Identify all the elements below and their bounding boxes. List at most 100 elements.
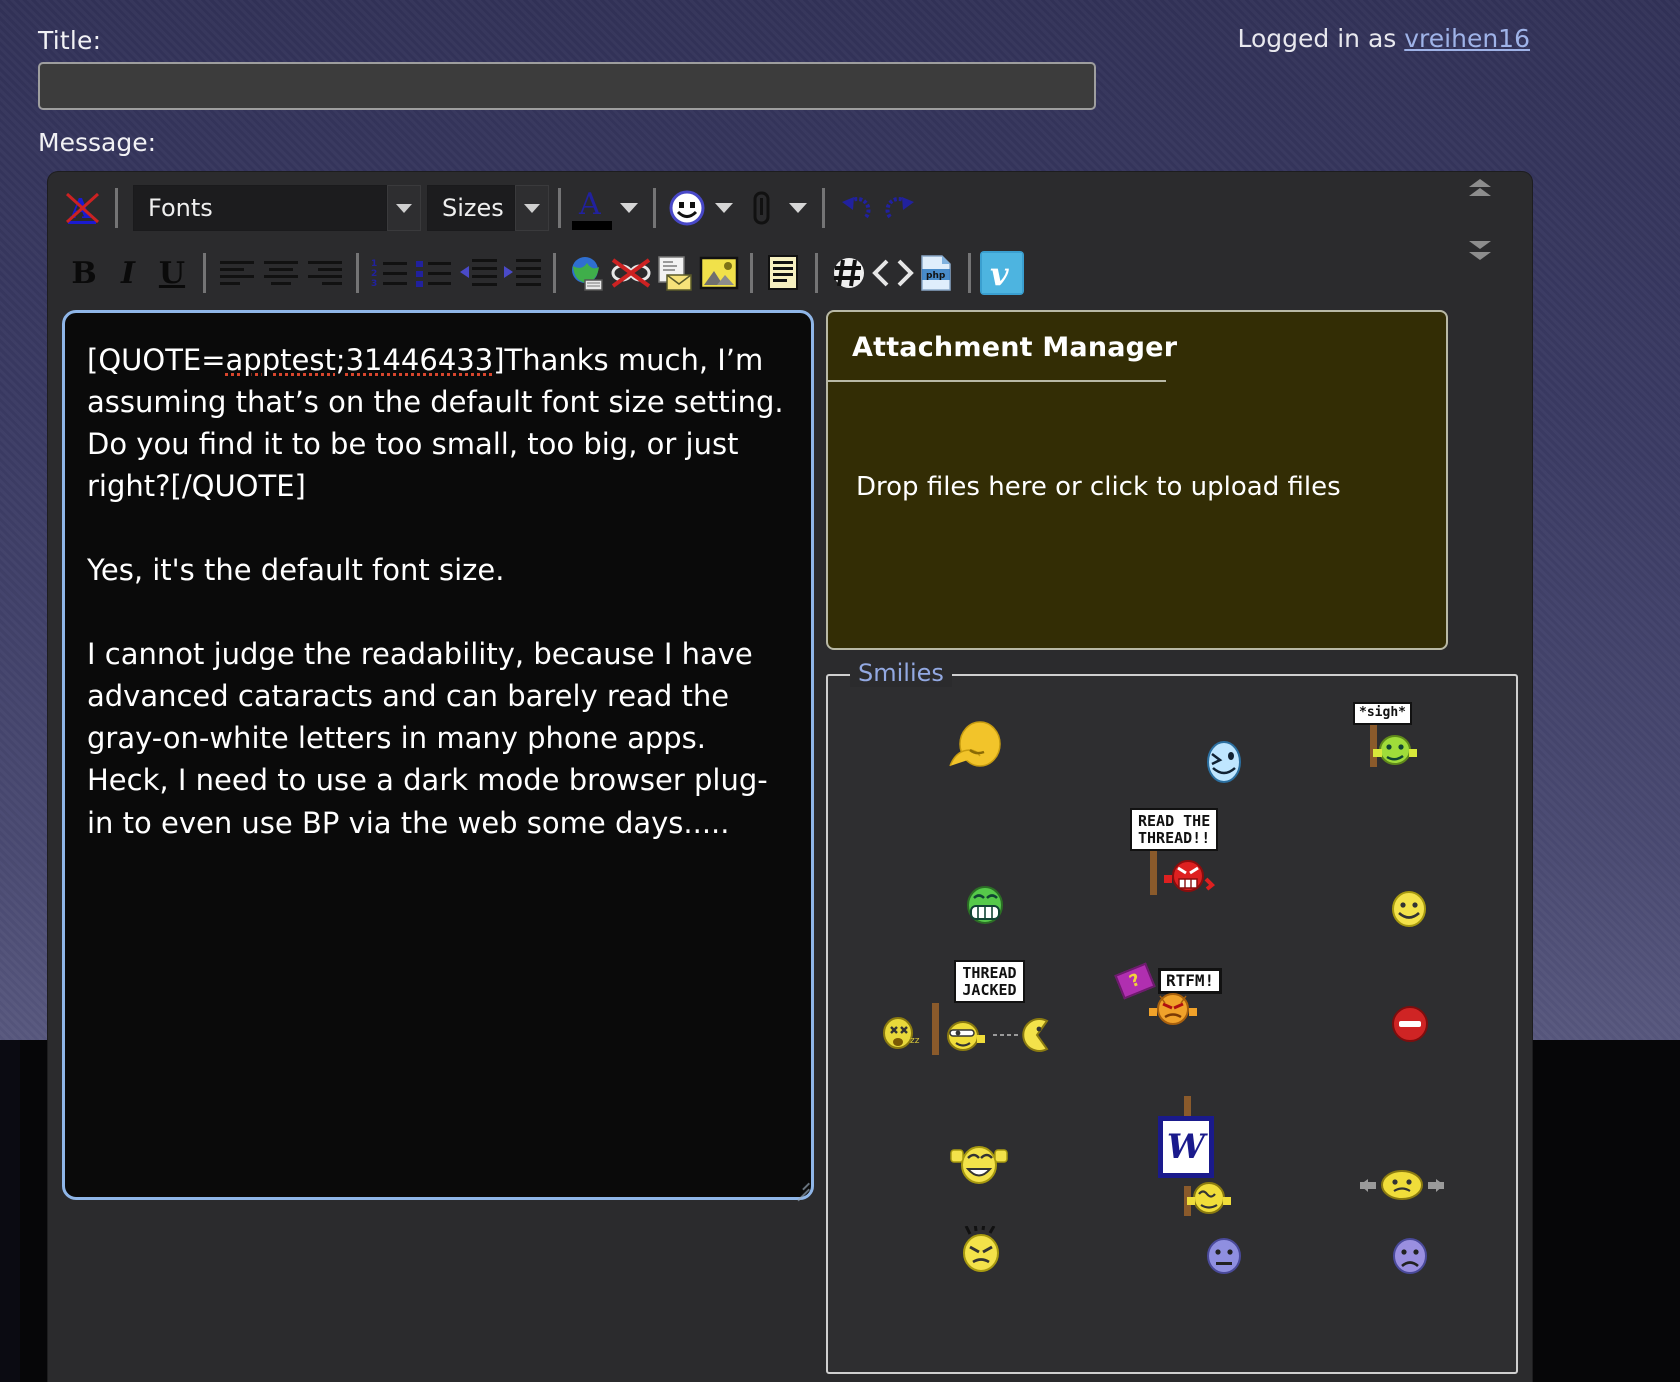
code-icon <box>872 259 914 287</box>
align-center-button[interactable] <box>259 251 303 295</box>
underline-button[interactable]: U <box>150 251 194 295</box>
insert-php-button[interactable]: php <box>915 251 959 295</box>
font-family-select[interactable]: Fonts <box>133 185 421 231</box>
word-sign: W <box>1158 1116 1214 1178</box>
smiley-yellow-simple[interactable] <box>1388 888 1430 933</box>
smiley-cool-blue[interactable] <box>1202 738 1246 789</box>
redo-button[interactable] <box>878 186 922 230</box>
smiley-facepalm[interactable] <box>946 718 1008 779</box>
italic-button[interactable]: I <box>106 251 150 295</box>
indent-button[interactable] <box>500 251 544 295</box>
svg-text:v: v <box>990 255 1009 293</box>
cheering-face-icon <box>950 1146 1008 1184</box>
orange-devil-face-icon <box>1149 993 1198 1025</box>
sign-post <box>932 1003 939 1055</box>
unordered-list-button[interactable] <box>412 251 456 295</box>
quote-reference: apptest;31446433 <box>225 343 494 377</box>
remove-formatting-button[interactable]: A <box>62 186 106 230</box>
dizzy-face-icon <box>1187 1182 1231 1214</box>
login-status-prefix: Logged in as <box>1237 24 1405 53</box>
undo-button[interactable] <box>834 186 878 230</box>
smiley-cheering[interactable] <box>948 1138 1010 1193</box>
font-color-dropdown[interactable] <box>614 186 644 230</box>
smiley-angry-hair[interactable] <box>956 1222 1008 1279</box>
smilies-panel: Smilies *sigh* READ THE THREAD!! THREAD … <box>826 659 1518 1374</box>
svg-text:3: 3 <box>371 279 377 289</box>
image-icon <box>699 256 739 290</box>
toolbar-separator <box>750 253 753 293</box>
toolbar-separator <box>653 188 656 228</box>
chevron-down-icon <box>715 203 733 213</box>
font-size-dropdown-arrow[interactable] <box>515 185 549 231</box>
underline-glyph: U <box>158 255 186 291</box>
read-thread-line-2: THREAD!! <box>1138 828 1211 847</box>
outdent-icon <box>460 259 497 286</box>
toolbar-scroll-up[interactable] <box>1466 178 1494 200</box>
smiley-dizzy-stretched[interactable] <box>1358 1164 1446 1206</box>
font-color-button[interactable]: A <box>570 186 614 230</box>
stretch-hand-right-icon <box>1428 1179 1444 1192</box>
insert-code-button[interactable] <box>871 251 915 295</box>
svg-text:php: php <box>926 271 946 281</box>
thread-jacked-sign: THREAD JACKED <box>954 960 1025 1003</box>
font-size-value: Sizes <box>427 185 515 231</box>
editor-toolbar-row-1: A Fonts Sizes <box>48 172 1532 260</box>
attachment-manager-panel[interactable]: Attachment Manager Drop files here or cl… <box>826 310 1448 650</box>
insert-vimeo-button[interactable]: v <box>980 251 1024 295</box>
outdent-button[interactable] <box>456 251 500 295</box>
smiley-rtfm[interactable]: ? RTFM! <box>1114 962 1223 1031</box>
toolbar-separator <box>558 188 561 228</box>
title-input[interactable] <box>38 62 1096 110</box>
insert-quote-button[interactable] <box>762 251 806 295</box>
font-family-value: Fonts <box>133 185 387 231</box>
username-link[interactable]: vreihen16 <box>1404 24 1530 53</box>
smiley-neutral-purple[interactable] <box>1202 1234 1246 1281</box>
toolbar-separator <box>815 253 818 293</box>
insert-smiley-button[interactable] <box>665 186 709 230</box>
hash-icon <box>834 258 864 288</box>
editor-body: [QUOTE=apptest;31446433]Thanks much, I’m… <box>48 302 1532 1382</box>
smiley-dropdown[interactable] <box>709 186 739 230</box>
message-label: Message: <box>38 128 156 157</box>
red-angry-face-icon <box>1164 860 1216 892</box>
align-left-icon <box>220 261 254 285</box>
toolbar-separator <box>553 253 556 293</box>
svg-text:2: 2 <box>371 269 377 279</box>
textarea-resize-handle[interactable] <box>790 1170 812 1192</box>
email-icon <box>658 256 692 291</box>
ordered-list-button[interactable]: 123 <box>368 251 412 295</box>
font-family-dropdown-arrow[interactable] <box>387 185 421 231</box>
stretched-face-icon <box>1381 1170 1423 1200</box>
smiley-thread-jacked[interactable]: THREAD JACKED zz <box>880 960 1051 1055</box>
align-left-button[interactable] <box>215 251 259 295</box>
insert-image-button[interactable] <box>697 251 741 295</box>
smiley-word-sign[interactable]: W <box>1158 1096 1231 1216</box>
quote-icon <box>768 255 798 290</box>
globe-link-icon <box>572 257 603 291</box>
insert-hash-button[interactable] <box>827 251 871 295</box>
sign-post <box>1184 1096 1191 1116</box>
align-right-button[interactable] <box>303 251 347 295</box>
bold-button[interactable]: B <box>62 251 106 295</box>
smiley-green-grin[interactable] <box>962 882 1008 931</box>
smiley-sad-purple[interactable] <box>1388 1234 1432 1281</box>
insert-email-button[interactable] <box>653 251 697 295</box>
neutral-purple-face-icon <box>1207 1238 1241 1274</box>
attachment-drop-text[interactable]: Drop files here or click to upload files <box>828 472 1446 502</box>
chevron-down-icon <box>524 203 540 213</box>
sad-purple-face-icon <box>1393 1238 1427 1274</box>
remove-link-button[interactable] <box>609 251 653 295</box>
font-color-icon: A <box>578 187 601 221</box>
smiley-red-stop[interactable] <box>1388 1002 1432 1049</box>
attachment-dropdown[interactable] <box>783 186 813 230</box>
stretch-hand-left-icon <box>1360 1179 1376 1192</box>
insert-link-button[interactable] <box>565 251 609 295</box>
smiley-sigh-sign[interactable]: *sigh* <box>1348 702 1417 767</box>
font-size-select[interactable]: Sizes <box>427 185 549 231</box>
smiley-icon <box>669 190 705 226</box>
insert-attachment-button[interactable] <box>739 186 783 230</box>
smiley-read-the-thread[interactable]: READ THE THREAD!! <box>1130 808 1219 895</box>
read-thread-line-1: READ THE <box>1138 812 1211 830</box>
message-textarea[interactable]: [QUOTE=apptest;31446433]Thanks much, I’m… <box>62 310 814 1200</box>
chevron-down-icon <box>789 203 807 213</box>
